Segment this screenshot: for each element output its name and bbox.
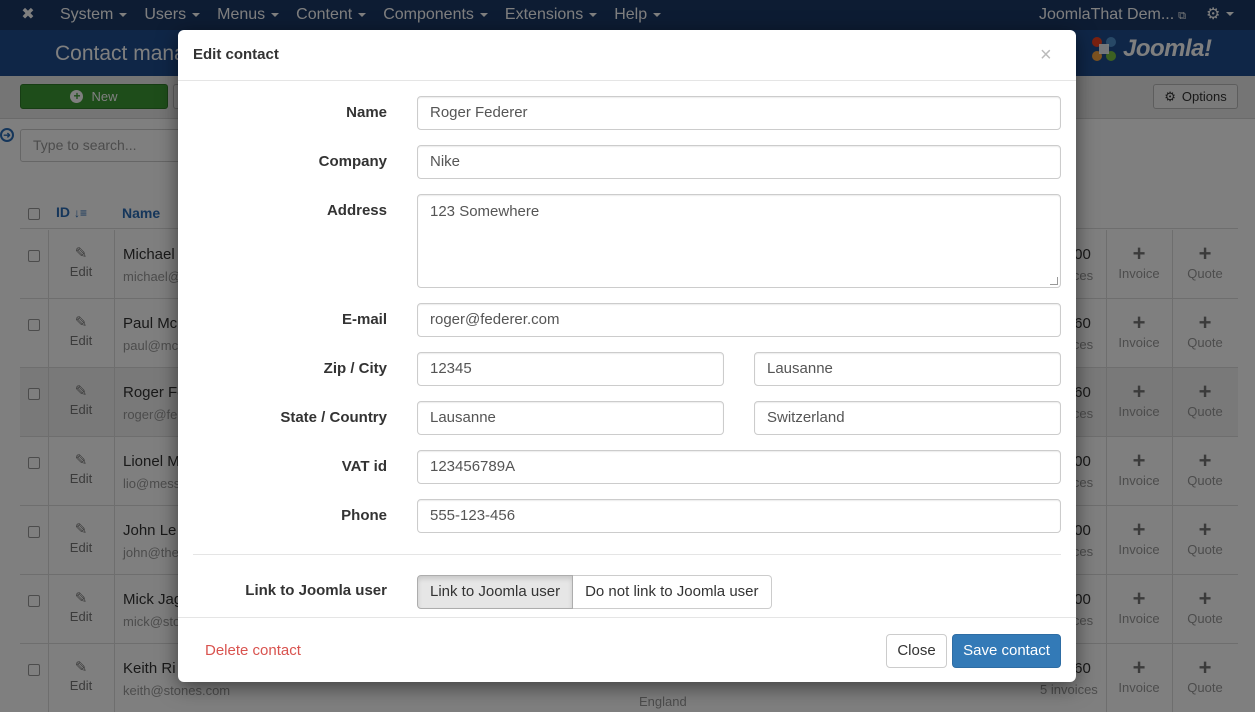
modal-header: Edit contact × xyxy=(178,30,1076,81)
link-user-option[interactable]: Link to Joomla user xyxy=(417,575,574,609)
vat-label: VAT id xyxy=(341,458,387,475)
vat-field[interactable]: 123456789A xyxy=(417,450,1061,484)
delete-contact-button[interactable]: Delete contact xyxy=(205,642,301,659)
state-country-label: State / Country xyxy=(280,409,387,426)
no-link-user-option[interactable]: Do not link to Joomla user xyxy=(573,575,772,609)
address-label: Address xyxy=(326,202,387,219)
email-label: E-mail xyxy=(341,311,387,328)
save-contact-button[interactable]: Save contact xyxy=(952,634,1061,668)
name-field[interactable]: Roger Federer xyxy=(417,96,1061,130)
edit-contact-modal: Edit contact × Name Roger Federer Compan… xyxy=(178,30,1076,682)
divider xyxy=(193,554,1061,555)
link-user-label: Link to Joomla user xyxy=(245,582,387,599)
modal-body: Name Roger Federer Company Nike Address … xyxy=(178,82,1076,617)
country-field[interactable]: Switzerland xyxy=(754,401,1061,435)
link-user-toggle: Link to Joomla user Do not link to Jooml… xyxy=(417,575,772,609)
name-label: Name xyxy=(346,104,387,121)
company-field[interactable]: Nike xyxy=(417,145,1061,179)
zip-field[interactable]: 12345 xyxy=(417,352,724,386)
address-field[interactable]: 123 Somewhere xyxy=(417,194,1061,288)
email-field[interactable]: roger@federer.com xyxy=(417,303,1061,337)
state-field[interactable]: Lausanne xyxy=(417,401,724,435)
company-label: Company xyxy=(318,153,387,170)
resize-handle-icon[interactable] xyxy=(1050,277,1058,285)
close-icon[interactable]: × xyxy=(1040,45,1052,65)
city-field[interactable]: Lausanne xyxy=(754,352,1061,386)
modal-title: Edit contact xyxy=(193,46,279,63)
phone-field[interactable]: 555-123-456 xyxy=(417,499,1061,533)
phone-label: Phone xyxy=(341,507,387,524)
zip-city-label: Zip / City xyxy=(323,360,387,377)
modal-footer: Delete contact Close Save contact xyxy=(178,617,1076,682)
address-value: 123 Somewhere xyxy=(430,203,540,220)
close-button[interactable]: Close xyxy=(886,634,947,668)
